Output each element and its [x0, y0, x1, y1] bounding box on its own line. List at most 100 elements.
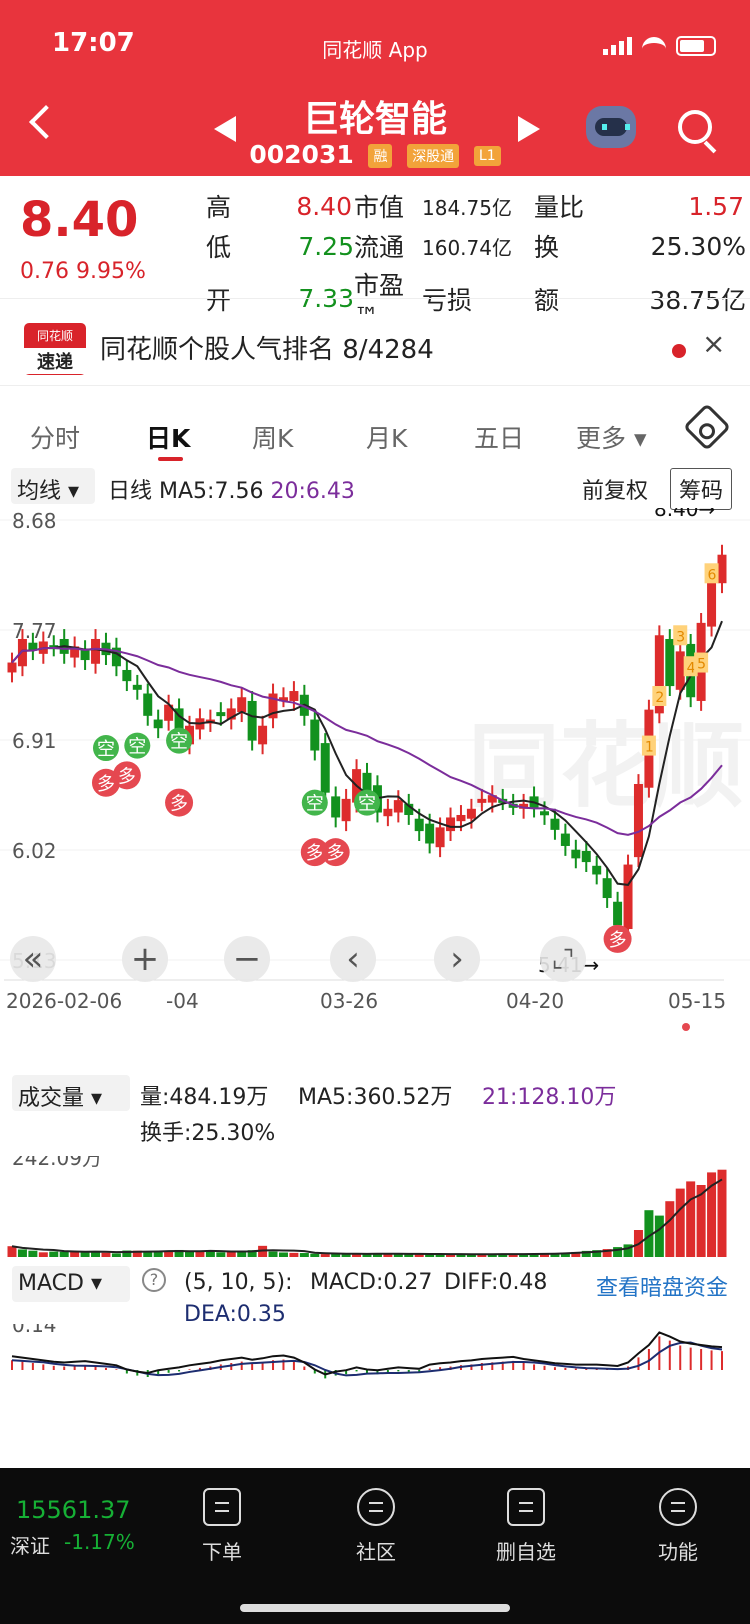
- tab-time-sharing[interactable]: 分时: [30, 419, 80, 455]
- candle-body: [414, 818, 424, 832]
- volume-bar: [164, 1251, 174, 1257]
- long-signal-label: 多: [327, 843, 345, 864]
- candle-body: [540, 811, 549, 816]
- remove-watchlist-icon: [507, 1488, 545, 1526]
- function-button[interactable]: 功能: [640, 1488, 716, 1565]
- chip-button[interactable]: 筹码: [670, 468, 733, 510]
- ma20-value: 20:6.43: [270, 479, 355, 504]
- home-indicator: [240, 1604, 510, 1612]
- candle-body: [633, 784, 643, 858]
- search-icon[interactable]: [678, 110, 712, 144]
- volume-bar: [111, 1253, 121, 1257]
- float-cap-value: 160.74亿: [422, 235, 512, 260]
- streak-number-label: 1: [645, 740, 654, 756]
- tab-weekly-k[interactable]: 周K: [252, 419, 293, 455]
- y-tick-label: 8.68: [12, 509, 57, 533]
- long-signal-label: 多: [609, 930, 627, 951]
- next-stock-icon[interactable]: [518, 116, 540, 142]
- candle-body: [393, 800, 403, 813]
- candle-body: [341, 798, 351, 822]
- volume-bar: [686, 1181, 696, 1257]
- macd-params: (5, 10, 5):: [184, 1270, 293, 1295]
- y-tick-label: 6.91: [12, 729, 57, 753]
- long-signal-label: 多: [170, 794, 188, 815]
- candle-body: [446, 817, 456, 832]
- short-signal-label: 空: [170, 732, 188, 753]
- candle-body: [435, 827, 445, 848]
- volume-bar: [185, 1251, 194, 1257]
- market-index-change: -1.17%: [64, 1530, 135, 1554]
- scroll-right-icon[interactable]: ›: [434, 936, 480, 982]
- popularity-rank-banner[interactable]: 同花顺 速递 同花顺个股人气排名 8/4284: [0, 298, 750, 386]
- volume-bar: [237, 1252, 247, 1257]
- candle-body: [613, 901, 623, 926]
- expand-up-icon[interactable]: [60, 1454, 76, 1466]
- zoom-out-range-icon[interactable]: «: [10, 936, 56, 982]
- order-button[interactable]: 下单: [184, 1488, 260, 1565]
- stock-header: 17:07 同花顺 App 巨轮智能 002031 融 深股通 L1: [0, 0, 750, 176]
- candle-body: [143, 693, 153, 716]
- dark-pool-link[interactable]: 查看暗盘资金: [596, 1270, 728, 1302]
- candle-body: [466, 808, 476, 819]
- candle-body: [310, 719, 320, 751]
- macd-y-label: 0.14: [12, 1324, 57, 1337]
- tab-monthly-k[interactable]: 月K: [366, 419, 407, 455]
- macd-value: MACD:0.27: [310, 1270, 433, 1295]
- stock-name: 巨轮智能: [302, 99, 447, 140]
- community-label: 社区: [356, 1540, 396, 1564]
- candle-body: [707, 579, 717, 627]
- float-cap-label: 流通: [354, 233, 405, 262]
- candle-body: [623, 864, 633, 930]
- x-tick-label: 05-15: [668, 989, 726, 1013]
- macd-selector[interactable]: MACD ▾: [12, 1266, 130, 1302]
- help-icon[interactable]: ?: [142, 1268, 166, 1292]
- ma-selector[interactable]: 均线 ▾: [11, 468, 95, 504]
- cell-signal-icon: [603, 37, 632, 55]
- short-signal-label: 空: [306, 794, 324, 815]
- high-price-annotation: 8.40→: [654, 508, 715, 521]
- zoom-in-icon[interactable]: +: [122, 936, 168, 982]
- zoom-out-icon[interactable]: −: [224, 936, 270, 982]
- candle-body: [289, 691, 299, 701]
- tab-more[interactable]: 更多 ▾: [576, 419, 647, 455]
- candle-body: [477, 798, 487, 803]
- candle-body: [717, 554, 727, 584]
- streak-number-label: 3: [676, 629, 685, 645]
- assistant-robot-icon[interactable]: [586, 106, 636, 148]
- adjust-mode[interactable]: 前复权: [582, 473, 648, 505]
- tab-daily-k[interactable]: 日K: [146, 419, 190, 461]
- long-signal-label: 多: [306, 843, 324, 864]
- market-cap-label: 市值: [354, 193, 405, 222]
- volume-bar: [101, 1252, 111, 1257]
- rank-text: 同花顺个股人气排名 8/4284: [100, 335, 434, 365]
- volume-bar: [320, 1254, 330, 1257]
- candle-body: [592, 865, 602, 875]
- fullscreen-icon[interactable]: ⌞⌝: [540, 936, 586, 982]
- high-label: 高: [206, 193, 232, 222]
- candle-body: [7, 662, 17, 673]
- volume-ma5: MA5:360.52万: [298, 1085, 453, 1110]
- volume-bar: [299, 1253, 309, 1257]
- quote-stats: 高 8.40 市值 184.75亿 量比 1.57 低 7.25 流通 160.74亿换 25.3…: [206, 186, 746, 332]
- community-button[interactable]: 社区: [338, 1488, 414, 1565]
- candle-body: [550, 818, 560, 830]
- tab-five-day[interactable]: 五日: [474, 419, 524, 455]
- volume-header: 成交量 ▾ 量:484.19万 MA5:360.52万 21:128.10万 换…: [12, 1075, 750, 1149]
- candle-body: [122, 669, 132, 682]
- volume-turnover: 换手:25.30%: [140, 1121, 276, 1146]
- long-signal-label: 多: [97, 774, 115, 795]
- diff-value: DIFF:0.48: [444, 1270, 548, 1295]
- candle-body: [331, 796, 341, 818]
- volume-ma21: 21:128.10万: [482, 1085, 617, 1110]
- volume-selector[interactable]: 成交量 ▾: [12, 1075, 130, 1111]
- candlestick-chart[interactable]: 8.687.776.916.025.13同花顺空空空空空多多多多多多123456…: [0, 508, 750, 1048]
- streak-number-label: 5: [697, 657, 706, 673]
- close-icon[interactable]: ×: [702, 327, 725, 360]
- scroll-left-icon[interactable]: ‹: [330, 936, 376, 982]
- candle-body: [17, 638, 27, 667]
- daily-label: 日线: [108, 479, 153, 504]
- status-icons: [603, 36, 716, 56]
- low-value: 7.25: [298, 231, 354, 261]
- connect-badge: 深股通: [407, 144, 460, 168]
- remove-watchlist-button[interactable]: 删自选: [488, 1488, 564, 1565]
